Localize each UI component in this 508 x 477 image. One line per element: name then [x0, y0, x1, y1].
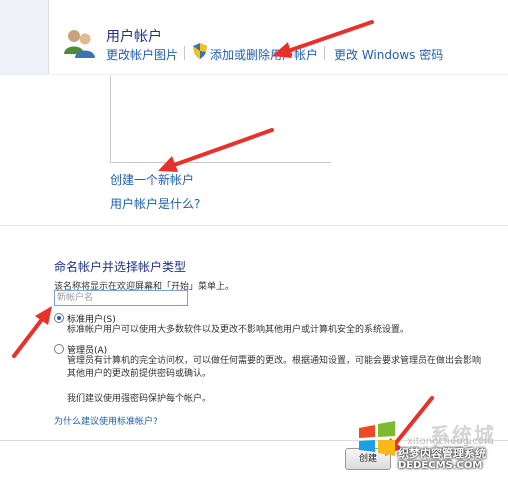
annotation-arrow: [12, 316, 45, 358]
create-account-link[interactable]: 创建一个新帐户: [110, 171, 194, 188]
standard-user-desc: 标准帐户用户可以使用大多数软件以及更改不影响其他用户或计算机安全的系统设置。: [67, 325, 410, 335]
account-name-input[interactable]: [54, 290, 188, 306]
what-is-account-link[interactable]: 用户帐户是什么?: [110, 195, 200, 212]
change-picture-link[interactable]: 更改帐户图片: [106, 46, 178, 63]
password-recommendation: 我们建议使用强密码保护每个帐户。: [67, 394, 212, 404]
link-separator: [184, 46, 185, 60]
user-accounts-icon: [64, 30, 95, 58]
accounts-list-box: [110, 76, 331, 163]
add-remove-accounts-link[interactable]: 添加或删除用户帐户: [210, 46, 318, 63]
form-title: 命名帐户并选择帐户类型: [54, 260, 187, 274]
administrator-radio[interactable]: [54, 344, 64, 354]
watermark-text: DEDECMS.COM: [398, 460, 483, 471]
standard-user-radio[interactable]: [54, 313, 64, 323]
page-title: 用户帐户: [106, 29, 162, 45]
annotation-arrowhead: [35, 306, 52, 325]
uac-shield-icon: [193, 43, 207, 59]
divider: [0, 74, 508, 75]
divider: [0, 225, 508, 226]
change-password-link[interactable]: 更改 Windows 密码: [334, 46, 443, 63]
watermark-text: 织梦内容管理系统: [398, 447, 486, 460]
why-standard-link[interactable]: 为什么建议使用标准帐户?: [54, 414, 158, 427]
administrator-desc-line: 管理员有计算机的完全访问权，可以做任何需要的更改。根据通知设置，可能会要求管理员…: [67, 356, 482, 366]
link-separator: [324, 46, 325, 60]
windows-logo-icon: [359, 421, 395, 456]
left-nav-panel: [0, 0, 49, 74]
administrator-desc-line: 其他用户的更改前提供密码或确认。: [67, 369, 212, 379]
